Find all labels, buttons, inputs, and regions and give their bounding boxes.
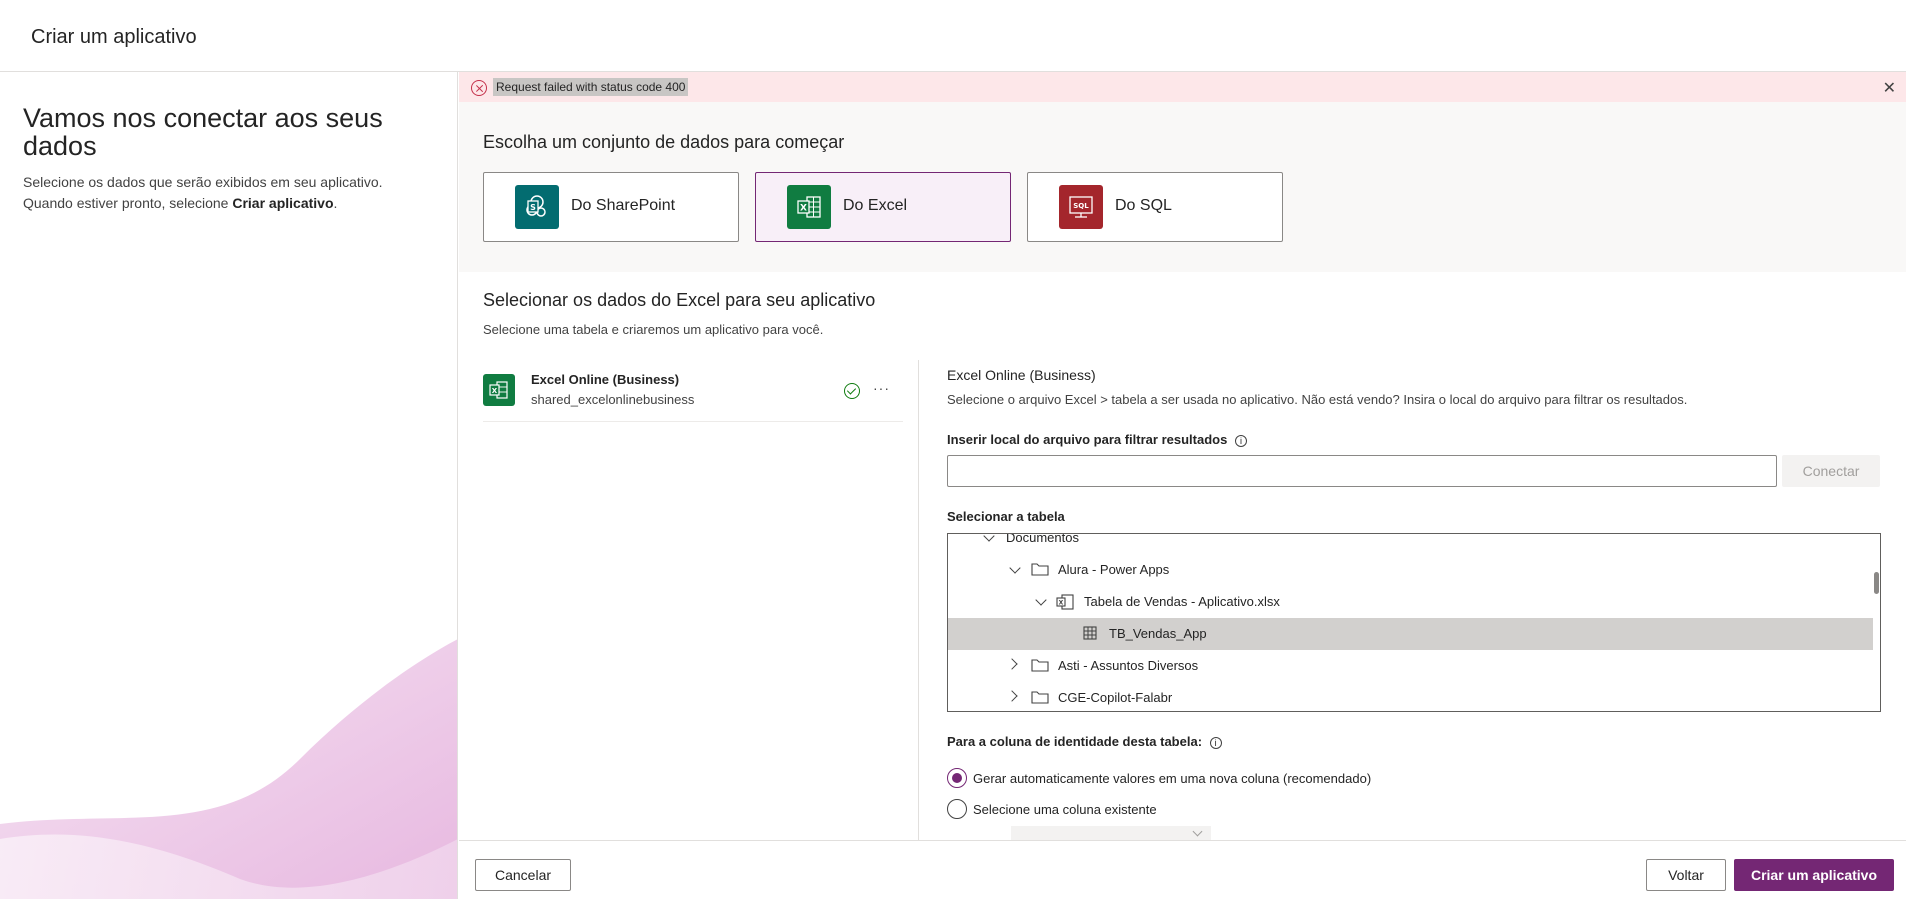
folder-icon [1031,659,1049,672]
connection-item[interactable]: X Excel Online (Business) shared_excelon… [483,368,903,422]
tree-item-label: CGE-Copilot-Falabr [1058,690,1173,705]
connection-name: Excel Online (Business) [531,372,680,387]
file-path-input[interactable] [947,455,1777,487]
tree-item-label: Alura - Power Apps [1058,562,1170,577]
svg-text:X: X [492,387,498,395]
tree-item-label: Asti - Assuntos Diversos [1058,658,1199,673]
chevron-right-icon[interactable] [1006,658,1018,670]
chevron-down-icon[interactable] [983,534,995,542]
tree-item-selected[interactable]: TB_Vendas_App [948,618,1873,650]
table-tree[interactable]: Documentos Alura - Power Apps X Tabela d… [947,533,1881,712]
datasource-heading: Escolha um conjunto de dados para começa… [483,132,845,152]
tree-item[interactable]: Alura - Power Apps [948,554,1873,586]
info-icon[interactable]: i [1234,435,1247,447]
tree-item-label: TB_Vendas_App [1109,626,1207,641]
svg-text:SQL: SQL [1073,202,1089,210]
error-message-bar: Request failed with status code 400 ✕ [459,72,1906,102]
table-icon [1083,626,1097,640]
sharepoint-card[interactable]: S Do SharePoint [483,172,739,242]
error-circle-icon [471,80,487,96]
connection-id: shared_excelonlinebusiness [531,392,695,407]
excel-file-icon: X [1056,594,1074,610]
left-description-end: . [333,195,338,211]
svg-text:X: X [800,204,807,214]
excel-card[interactable]: X Do Excel [755,172,1011,242]
left-panel: Vamos nos conectar aos seus dados Seleci… [0,72,458,899]
check-circle-icon [844,383,860,399]
path-label: Inserir local do arquivo para filtrar re… [947,432,1247,447]
sharepoint-label: Do SharePoint [571,197,676,214]
excel-section-subtitle: Selecione uma tabela e criaremos um apli… [483,322,824,337]
excel-label: Do Excel [843,197,908,214]
tree-item-label: Tabela de Vendas - Aplicativo.xlsx [1084,594,1280,609]
tree-item[interactable]: Asti - Assuntos Diversos [948,650,1873,682]
sql-card[interactable]: SQL Do SQL [1027,172,1283,242]
tree-item-label: Documentos [1006,533,1079,545]
identity-label-text: Para a coluna de identidade desta tabela… [947,734,1203,749]
connect-button[interactable]: Conectar [1782,455,1880,487]
chevron-right-icon[interactable] [1006,690,1018,702]
app-title: Criar um aplicativo [31,26,197,48]
tree-item[interactable]: CGE-Copilot-Falabr [948,682,1873,711]
radio-existing-column-label[interactable]: Selecione uma coluna existente [973,802,1157,817]
tree-item[interactable]: X Tabela de Vendas - Aplicativo.xlsx [948,586,1873,618]
tree-scrollbar[interactable] [1874,572,1879,594]
excel-icon: X [483,374,515,406]
tree-item[interactable]: Documentos [948,533,1873,554]
datasource-section: Escolha um conjunto de dados para começa… [459,102,1906,272]
left-description: Selecione os dados que serão exibidos em… [23,172,433,214]
sql-label: Do SQL [1115,197,1172,214]
app-header: Criar um aplicativo [0,0,1906,72]
decorative-waves [0,639,457,899]
right-panel-title: Excel Online (Business) [947,367,1096,383]
info-icon[interactable]: i [1209,737,1222,749]
footer: Cancelar Voltar Criar um aplicativo [459,840,1906,899]
svg-text:S: S [530,203,536,212]
chevron-down-icon[interactable] [1035,594,1047,606]
chevron-down-icon[interactable] [1009,562,1021,574]
create-app-button[interactable]: Criar um aplicativo [1734,859,1894,891]
column-dropdown[interactable] [1011,826,1211,840]
folder-icon [1031,691,1049,704]
error-text: Request failed with status code 400 [493,78,689,96]
back-button[interactable]: Voltar [1646,859,1726,891]
radio-auto-generate-label[interactable]: Gerar automaticamente valores em uma nov… [973,771,1371,786]
identity-label: Para a coluna de identidade desta tabela… [947,734,1222,749]
sql-icon: SQL [1059,185,1103,229]
sharepoint-icon: S [515,185,559,229]
folder-icon [1031,563,1049,576]
left-description-bold: Criar aplicativo [232,195,334,211]
radio-existing-column[interactable] [947,799,967,819]
cancel-button[interactable]: Cancelar [475,859,571,891]
svg-text:X: X [1059,600,1064,607]
right-panel-description: Selecione o arquivo Excel > tabela a ser… [947,392,1688,407]
radio-auto-generate[interactable] [947,768,967,788]
excel-section-title: Selecionar os dados do Excel para seu ap… [483,290,876,310]
left-heading: Vamos nos conectar aos seus dados [23,103,383,161]
panel-divider [918,360,919,840]
excel-icon: X [787,185,831,229]
more-options-button[interactable]: ··· [873,380,890,396]
path-label-text: Inserir local do arquivo para filtrar re… [947,432,1228,447]
close-icon[interactable]: ✕ [1883,78,1896,98]
table-label: Selecionar a tabela [947,509,1065,524]
